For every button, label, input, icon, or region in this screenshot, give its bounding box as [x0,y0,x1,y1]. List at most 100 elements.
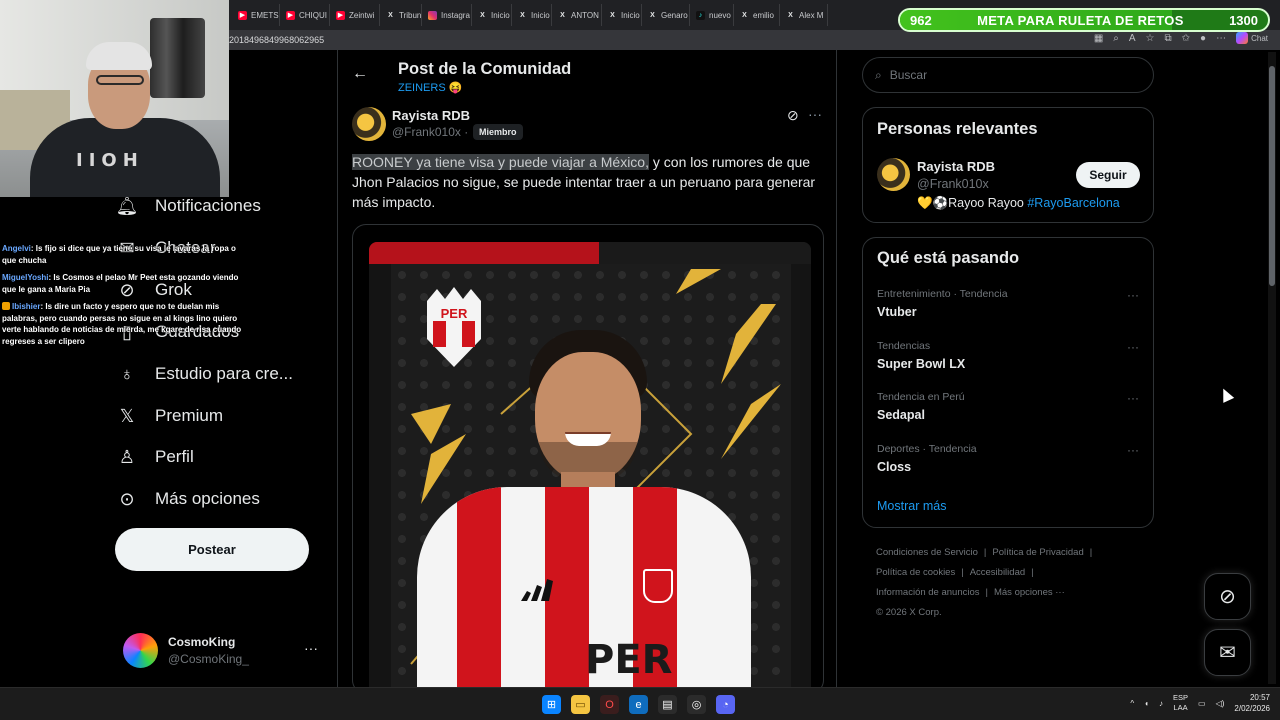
relevant-user-handle[interactable]: @Frank010x [917,177,989,191]
trend-context: Entretenimiento · Tendencia [877,288,1008,300]
footer-link[interactable]: Accesibilidad [970,567,1025,578]
copilot-chat-button[interactable]: Chat [1236,32,1268,44]
jersey: PER [417,487,751,687]
browser-tab[interactable]: X Inicio / [472,4,512,26]
display-icon[interactable]: ▭ [1198,699,1206,708]
more-dots-icon[interactable]: ··· [304,640,318,656]
browser-tab[interactable]: ▶ EMETS [232,4,280,26]
post-author-avatar[interactable] [352,107,386,141]
trend-name: Super Bowl LX [877,357,966,371]
url-text[interactable]: 2018496849968062965 [229,35,324,45]
file-explorer-icon[interactable]: ▭ [571,695,590,714]
search-icon: ⌕ [875,67,882,82]
search-input[interactable]: ⌕ Buscar [862,57,1154,93]
x-logo-icon: 𝕏 [119,405,135,426]
nav-item-more-circle[interactable]: ⊙ Más opciones [115,479,259,519]
nav-item-person[interactable]: ♙ Perfil [115,437,194,477]
relevant-user-name[interactable]: Rayista RDB [917,159,995,174]
post-text: ROONEY ya tiene visa y puede viajar a Mé… [352,152,824,212]
zoom-icon[interactable]: ⌕ [1113,33,1119,44]
browser-tab[interactable]: Xemilio [734,4,780,26]
opera-gx-icon[interactable]: O [600,695,619,714]
nav-item-flask[interactable]: ♁ Estudio para cre... [115,354,293,394]
community-link[interactable]: ZEINERS 😝 [398,81,462,94]
account-switcher[interactable]: CosmoKing @CosmoKing_ ··· [123,630,328,670]
browser-tab[interactable]: X Tribuna [380,4,422,26]
hashtag-link[interactable]: #RayoBarcelona [1027,196,1119,210]
favorite-icon[interactable]: ☆ [1146,33,1155,44]
browser-tab[interactable]: Instagra [422,4,472,26]
browser-tab-label: nuevo [709,10,731,20]
menu-dots-icon[interactable]: ⋯ [1216,33,1226,44]
x-icon: X [742,11,747,19]
trend-item[interactable]: Entretenimiento · Tendencia Vtuber ··· [877,288,1139,328]
jersey-text: PER [585,637,673,683]
obs-icon[interactable]: ◎ [687,695,706,714]
chat-username: Ibishier [12,302,41,311]
wifi-icon[interactable]: ◖ [1144,699,1149,708]
footer-link[interactable]: Más opciones ··· [994,587,1065,598]
grok-icon[interactable]: ⊘ [787,107,799,124]
extensions-icon[interactable]: ⧉ [1165,33,1172,44]
keyboard-layout: LAA [1173,703,1188,712]
footer-link[interactable]: Política de cookies [876,567,955,578]
mic-icon[interactable]: ♪ [1159,699,1163,708]
browser-tab[interactable]: ♪ nuevo [690,4,734,26]
post-author-name[interactable]: Rayista RDB [392,108,470,123]
more-dots-icon[interactable]: ··· [808,106,822,122]
chevron-up-icon[interactable]: ^ [1130,699,1134,708]
show-more-link[interactable]: Mostrar más [877,499,946,513]
profile-icon[interactable]: ● [1200,33,1206,44]
trend-item[interactable]: Tendencia en Perú Sedapal ··· [877,391,1139,431]
post-button[interactable]: Postear [115,528,309,571]
goal-target: 1300 [1229,12,1258,28]
more-dots-icon[interactable]: ··· [1127,443,1139,457]
media-player-icon[interactable]: ▤ [658,695,677,714]
more-dots-icon[interactable]: ··· [1127,391,1139,405]
footer-link[interactable]: Información de anuncios [876,587,980,598]
webcam-overlay: IIOH [0,0,229,197]
follow-button[interactable]: Seguir [1076,162,1140,188]
trend-item[interactable]: Deportes · Tendencia Closs ··· [877,443,1139,483]
browser-tab[interactable]: X Inicio / [602,4,642,26]
browser-tab-label: Inicio / [531,10,552,20]
footer-link[interactable]: Condiciones de Servicio [876,547,978,558]
messages-fab[interactable]: ✉ [1204,629,1251,676]
member-badge: Miembro [473,124,523,140]
read-aloud-icon[interactable]: A [1129,33,1136,44]
browser-tab[interactable]: ▶ CHIQUI [280,4,330,26]
nav-item-label: Estudio para cre... [155,364,293,383]
avatar[interactable] [877,158,910,191]
edge-icon[interactable]: e [629,695,648,714]
browser-tab[interactable]: X Alex M [780,4,828,26]
browser-tab[interactable]: X Inicio / [512,4,552,26]
browser-tab[interactable]: X ANTON [552,4,602,26]
favorites-bar-icon[interactable]: ✩ [1182,33,1190,44]
grok-fab[interactable]: ⊘ [1204,573,1251,620]
youtube-icon: ▶ [238,10,247,20]
volume-icon[interactable]: ◁) [1216,699,1225,708]
post-image[interactable]: PER PER [352,224,824,687]
selected-text[interactable]: ROONEY ya tiene visa y puede viajar a Mé… [352,154,649,170]
bio-text: 💛⚽Rayoo Rayoo [917,196,1028,210]
more-dots-icon[interactable]: ··· [1127,288,1139,302]
apps-icon[interactable]: ▦ [1094,33,1103,44]
trend-item[interactable]: Tendencias Super Bowl LX ··· [877,340,1139,380]
language-indicator[interactable]: ESP LAA [1173,693,1188,713]
panel-title: Qué está pasando [877,249,1020,267]
chat-username: MiguelYoshi [2,273,49,282]
post-author-handle[interactable]: @Frank010x · [392,125,468,139]
browser-tab[interactable]: X Genaro [642,4,690,26]
more-dots-icon[interactable]: ··· [1127,340,1139,354]
clock[interactable]: 20:57 2/02/2026 [1234,692,1270,714]
discord-icon[interactable]: ◔ [716,695,735,714]
footer-link[interactable]: Política de Privacidad [992,547,1083,558]
x-icon: X [610,11,615,19]
system-tray: ^ ◖ ♪ ESP LAA ▭ ◁) 20:57 2/02/2026 [1130,692,1270,714]
browser-tab[interactable]: ▶ Zeintwi [330,4,380,26]
crest-text: PER [441,306,468,321]
windows-start-icon[interactable]: ⊞ [542,695,561,714]
nav-item-x-logo[interactable]: 𝕏 Premium [115,396,223,436]
scrollbar-thumb[interactable] [1269,66,1275,286]
back-arrow-icon[interactable]: ← [352,65,368,83]
